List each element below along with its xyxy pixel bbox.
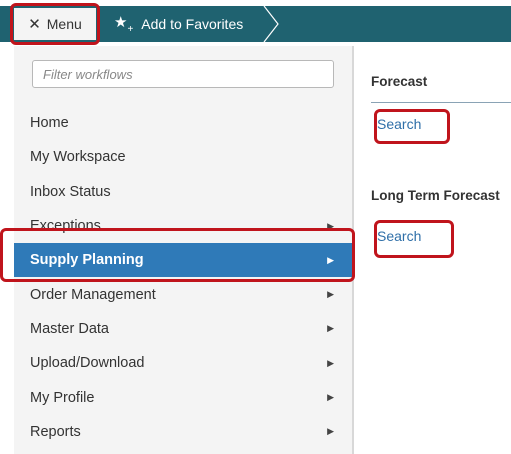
sidebar-item-master-data[interactable]: Master Data ▶ [14,312,352,346]
sidebar-item-label: Supply Planning [30,252,144,269]
close-icon: ✕ [28,15,41,33]
caret-right-icon: ▶ [327,392,334,403]
sidebar-item-label: Reports [30,423,81,440]
sidebar-item-supply-planning[interactable]: Supply Planning ▶ [14,243,352,278]
star-plus-icon: ★+ [114,13,134,35]
submenu-panel: Forecast Search Long Term Forecast Searc… [354,46,511,454]
breadcrumb-chevron-icon [258,6,279,42]
sidebar-item-inbox-status[interactable]: Inbox Status [14,175,352,209]
sidebar-item-label: My Profile [30,389,95,406]
add-to-favorites-label: Add to Favorites [141,16,244,32]
sidebar-item-label: Exceptions [30,218,101,235]
sidebar-item-upload-download[interactable]: Upload/Download ▶ [14,346,352,380]
forecast-search-link[interactable]: Search [377,116,421,132]
sidebar-item-home[interactable]: Home [14,106,352,140]
caret-right-icon: ▶ [327,289,334,300]
section-title-long-term-forecast: Long Term Forecast [371,188,500,203]
sidebar-item-label: Home [30,115,69,132]
add-to-favorites-button[interactable]: ★+ Add to Favorites [100,8,262,40]
caret-right-icon: ▶ [327,220,334,231]
sidebar-item-label: Inbox Status [30,183,111,200]
sidebar-item-reports[interactable]: Reports ▶ [14,415,352,449]
sidebar-item-my-profile[interactable]: My Profile ▶ [14,380,352,414]
caret-right-icon: ▶ [327,426,334,437]
menu-button-label: Menu [46,16,82,32]
long-term-forecast-search-link[interactable]: Search [377,228,421,244]
sidebar-item-label: Master Data [30,320,109,337]
caret-right-icon: ▶ [327,254,334,265]
sidebar-item-label: My Workspace [30,149,126,166]
workflow-menu: Home My Workspace Inbox Status Exception… [14,46,352,454]
sidebar-item-label: Order Management [30,286,156,303]
top-bar: ✕ Menu ★+ Add to Favorites [0,0,511,46]
caret-right-icon: ▶ [327,357,334,368]
section-title-forecast: Forecast [371,74,428,89]
filter-workflows-input[interactable] [32,60,334,88]
caret-right-icon: ▶ [327,323,334,334]
sidebar-item-label: Upload/Download [30,355,145,372]
sidebar-item-order-management[interactable]: Order Management ▶ [14,277,352,311]
section-divider [371,102,511,103]
sidebar-item-my-workspace[interactable]: My Workspace [14,140,352,174]
menu-button[interactable]: ✕ Menu [14,8,96,40]
workflow-list: Home My Workspace Inbox Status Exception… [14,106,352,449]
sidebar-item-exceptions[interactable]: Exceptions ▶ [14,209,352,243]
